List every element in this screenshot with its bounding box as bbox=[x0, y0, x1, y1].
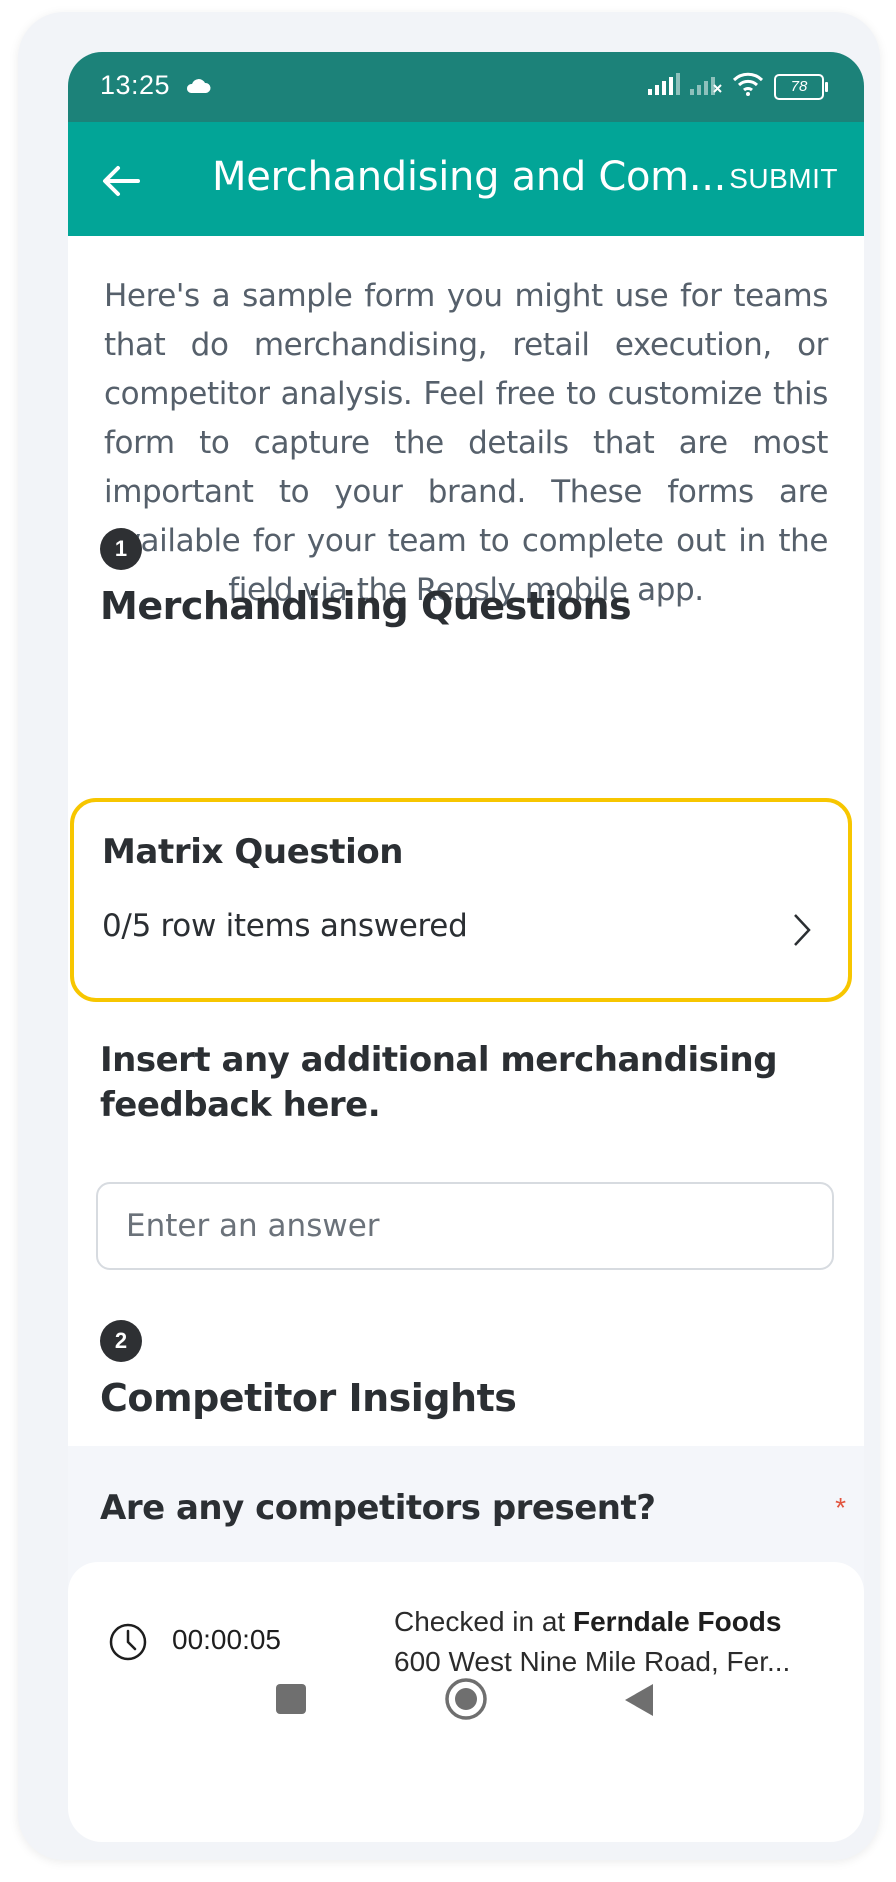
signal-no-service-icon bbox=[690, 73, 722, 100]
competitor-question[interactable]: Are any competitors present? * bbox=[68, 1446, 864, 1562]
back-arrow-icon[interactable] bbox=[98, 158, 144, 204]
feedback-question-label: Insert any additional merchandising feed… bbox=[100, 1040, 778, 1125]
device-frame: 13:25 78 Merchandising and Com... SUBMIT… bbox=[18, 12, 880, 1860]
check-in-store: Ferndale Foods bbox=[573, 1606, 782, 1637]
chevron-right-icon bbox=[792, 912, 812, 953]
clock-icon bbox=[108, 1622, 148, 1667]
section-number-badge: 2 bbox=[100, 1320, 142, 1362]
required-marker: * bbox=[835, 1492, 846, 1523]
section-title: Competitor Insights bbox=[100, 1376, 517, 1420]
phone-screen: 13:25 78 Merchandising and Com... SUBMIT… bbox=[68, 52, 864, 1842]
section-title: Merchandising Questions bbox=[100, 584, 632, 628]
back-triangle-icon[interactable] bbox=[623, 1682, 655, 1723]
home-circle-icon[interactable] bbox=[443, 1676, 489, 1727]
section-number-badge: 1 bbox=[100, 528, 142, 570]
visit-timer: 00:00:05 bbox=[172, 1624, 281, 1655]
app-bar: Merchandising and Com... SUBMIT bbox=[68, 122, 864, 236]
matrix-question-progress: 0/5 row items answered bbox=[102, 908, 468, 944]
submit-button[interactable]: SUBMIT bbox=[723, 162, 844, 196]
status-icons: 78 bbox=[648, 72, 828, 101]
page-title: Merchandising and Com... bbox=[212, 154, 727, 200]
status-time: 13:25 bbox=[100, 70, 171, 100]
feedback-answer-input[interactable] bbox=[96, 1182, 834, 1270]
competitor-question-label: Are any competitors present? bbox=[100, 1488, 656, 1528]
recents-square-icon[interactable] bbox=[276, 1684, 306, 1714]
battery-icon: 78 bbox=[774, 73, 828, 100]
cloud-icon bbox=[185, 78, 211, 99]
matrix-question-card[interactable]: Matrix Question 0/5 row items answered bbox=[70, 798, 852, 1002]
signal-icon bbox=[648, 73, 680, 100]
wifi-icon bbox=[732, 72, 764, 101]
check-in-prefix: Checked in at bbox=[394, 1606, 566, 1637]
form-content[interactable]: Here's a sample form you might use for t… bbox=[68, 236, 864, 1446]
status-bar: 13:25 78 bbox=[68, 52, 864, 122]
matrix-question-title: Matrix Question bbox=[102, 832, 404, 872]
form-intro: Here's a sample form you might use for t… bbox=[104, 278, 828, 608]
system-nav-bar bbox=[68, 1668, 864, 1738]
